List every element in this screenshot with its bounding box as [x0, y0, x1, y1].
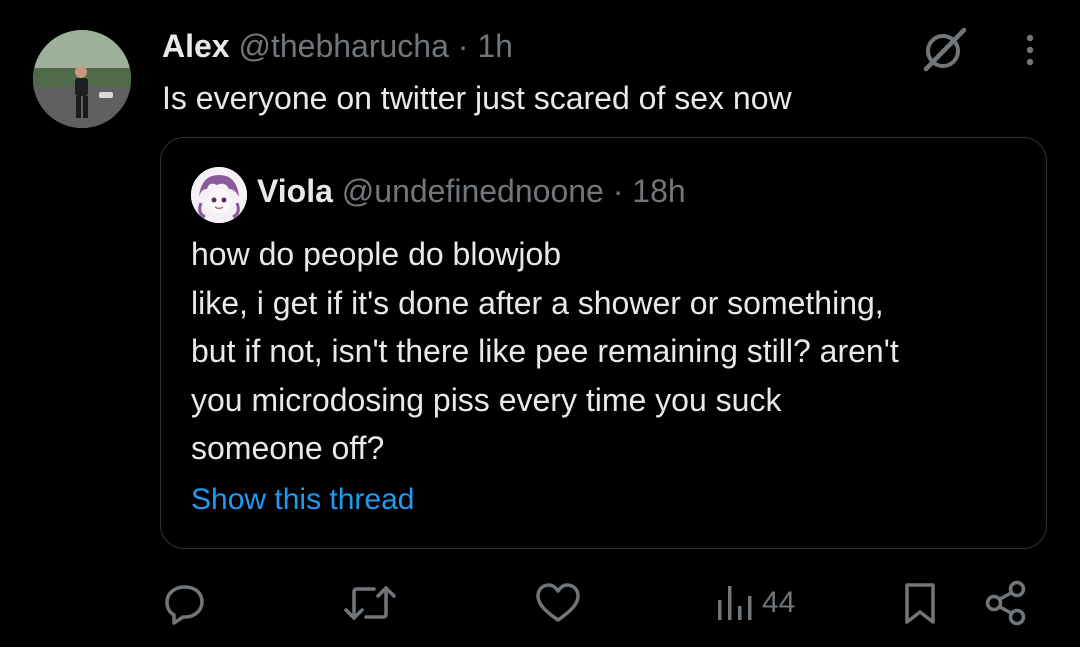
- action-bar: 44: [0, 575, 1080, 635]
- like-button[interactable]: [533, 575, 583, 631]
- tweet-time[interactable]: 1h: [477, 28, 513, 64]
- retweet-button[interactable]: [342, 575, 398, 631]
- quoted-tweet[interactable]: Viola @undefinednoone · 18h how do peopl…: [160, 137, 1047, 549]
- more-vertical-icon[interactable]: [1015, 28, 1045, 72]
- tweet-header: Alex @thebharucha · 1h: [162, 26, 513, 66]
- retweet-icon: [344, 586, 396, 620]
- quote-author-name[interactable]: Viola: [257, 173, 333, 209]
- quote-text-line: how do people do blowjob: [191, 236, 562, 272]
- author-name[interactable]: Alex: [162, 28, 230, 64]
- separator-dot: ·: [457, 28, 469, 64]
- separator-dot: ·: [612, 173, 624, 209]
- quote-author-avatar[interactable]: [191, 167, 247, 223]
- share-button[interactable]: [983, 575, 1029, 631]
- reply-icon: [165, 585, 204, 625]
- grok-icon[interactable]: [920, 24, 970, 74]
- quote-text-line: like, i get if it's done after a shower …: [191, 284, 884, 321]
- quote-text-line: you microdosing piss every time you suck: [191, 381, 782, 418]
- bookmark-icon: [905, 583, 935, 624]
- author-avatar[interactable]: [33, 30, 131, 128]
- quote-time[interactable]: 18h: [632, 173, 685, 209]
- views-chart-icon: [718, 586, 752, 620]
- quote-header: Viola @undefinednoone · 18h: [257, 171, 686, 211]
- quote-text-line: but if not, isn't there like pee remaini…: [191, 333, 899, 369]
- tweet-text: Is everyone on twitter just scared of se…: [162, 80, 792, 116]
- reply-button[interactable]: [160, 575, 210, 631]
- quote-text: how do people do blowjob like, i get if …: [191, 230, 899, 473]
- share-icon: [985, 580, 1026, 626]
- views-count: 44: [762, 586, 796, 619]
- heart-icon: [536, 583, 580, 622]
- views-button[interactable]: 44: [714, 575, 795, 631]
- show-thread-link[interactable]: Show this thread: [191, 480, 414, 520]
- bookmark-button[interactable]: [900, 575, 940, 631]
- quote-text-line: someone off?: [191, 430, 385, 466]
- avatar-photo: [33, 30, 131, 128]
- author-handle[interactable]: @thebharucha: [238, 28, 448, 64]
- quote-author-handle[interactable]: @undefinednoone: [342, 173, 604, 209]
- quote-avatar-image: [191, 167, 247, 223]
